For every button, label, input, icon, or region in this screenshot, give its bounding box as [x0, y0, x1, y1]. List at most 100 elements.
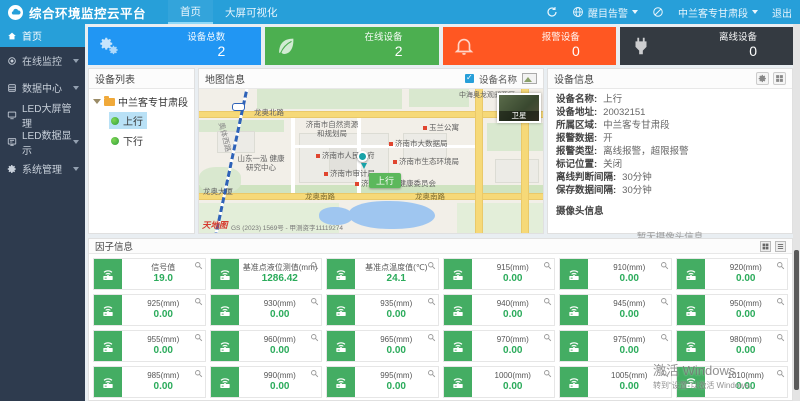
stat-card-total-devices[interactable]: 设备总数 2	[88, 27, 261, 65]
magnifier-icon[interactable]	[543, 369, 552, 378]
nav-tab-home[interactable]: 首页	[168, 0, 213, 24]
tree-node-down-line[interactable]: 下行	[109, 132, 147, 149]
tree-node-up-line[interactable]: 上行	[109, 112, 147, 129]
factor-card[interactable]: 975(mm) 0.00	[559, 330, 672, 362]
factor-value: 0.00	[736, 309, 755, 322]
sidebar-item-online-monitor[interactable]: 在线监控	[0, 47, 85, 74]
tree-caret-icon[interactable]	[93, 99, 101, 104]
magnifier-icon[interactable]	[660, 333, 669, 342]
magnifier-icon[interactable]	[660, 297, 669, 306]
factor-card[interactable]: 1010(mm) 0.00	[676, 366, 789, 398]
list-view-icon[interactable]	[775, 241, 786, 252]
factor-card[interactable]: 965(mm) 0.00	[326, 330, 439, 362]
magnifier-icon[interactable]	[427, 297, 436, 306]
factor-value: 0.00	[620, 273, 639, 286]
sensor-device-icon	[327, 331, 355, 361]
factor-name: 1000(mm)	[495, 371, 531, 381]
page-scrollbar[interactable]	[793, 24, 800, 401]
magnifier-icon[interactable]	[194, 333, 203, 342]
map-attribution: GS (2023) 1569号 - 甲测资字11119274	[231, 222, 343, 232]
factor-card[interactable]: 945(mm) 0.00	[559, 294, 672, 326]
factor-info-panel: 因子信息 信号值 19.0 基准点液位测值(mm)	[88, 238, 793, 401]
device-marker-label[interactable]: 上行	[369, 173, 401, 188]
folder-icon	[104, 98, 115, 106]
factor-card[interactable]: 960(mm) 0.00	[210, 330, 323, 362]
magnifier-icon[interactable]	[660, 369, 669, 378]
stat-card-online-devices[interactable]: 在线设备 2	[265, 27, 438, 65]
device-info-row: 离线判断间隔: 30分钟	[556, 171, 784, 184]
logout-button[interactable]: 退出	[772, 5, 792, 20]
magnifier-icon[interactable]	[427, 261, 436, 270]
sidebar-item-system-manage[interactable]: 系统管理	[0, 155, 85, 182]
org-dropdown[interactable]: 中兰客专甘肃段	[678, 5, 758, 20]
nav-tab-bigscreen[interactable]: 大屏可视化	[213, 0, 290, 24]
magnifier-icon[interactable]	[543, 333, 552, 342]
sidebar-item-led-screen-manage[interactable]: LED大屏管理	[0, 101, 85, 128]
factor-card[interactable]: 910(mm) 0.00	[559, 258, 672, 290]
sidebar-item-led-data-display[interactable]: LED数据显示	[0, 128, 85, 155]
factor-card[interactable]: 1000(mm) 0.00	[443, 366, 556, 398]
scrollbar-thumb[interactable]	[794, 250, 799, 390]
stat-value: 0	[542, 44, 580, 59]
factor-card[interactable]: 925(mm) 0.00	[93, 294, 206, 326]
map-canvas[interactable]: 龙奥北路济南市自然资源 和规划局济南市大数据局济南市人民政府济南市生态环境局济南…	[199, 89, 543, 233]
factor-card[interactable]: 信号值 19.0	[93, 258, 206, 290]
stat-card-offline-devices[interactable]: 离线设备 0	[620, 27, 793, 65]
sidebar-item-home[interactable]: 首页	[0, 24, 85, 47]
device-grid-icon[interactable]	[773, 72, 786, 85]
factor-card[interactable]: 基准点温度值(℃) 24.1	[326, 258, 439, 290]
magnifier-icon[interactable]	[543, 297, 552, 306]
map-image-icon[interactable]	[522, 73, 537, 84]
tree-root-node[interactable]: 中兰客专甘肃段	[93, 94, 190, 109]
sidebar-item-data-center[interactable]: 数据中心	[0, 74, 85, 101]
satellite-toggle[interactable]: 卫星	[497, 93, 541, 123]
magnifier-icon[interactable]	[310, 333, 319, 342]
sensor-device-icon	[444, 295, 472, 325]
factor-name: 945(mm)	[613, 299, 645, 309]
factor-card[interactable]: 935(mm) 0.00	[326, 294, 439, 326]
stat-card-alarm-devices[interactable]: 报警设备 0	[443, 27, 616, 65]
factor-card[interactable]: 980(mm) 0.00	[676, 330, 789, 362]
factor-card[interactable]: 970(mm) 0.00	[443, 330, 556, 362]
factor-card[interactable]: 940(mm) 0.00	[443, 294, 556, 326]
grid-view-icon[interactable]	[760, 241, 771, 252]
factor-card[interactable]: 930(mm) 0.00	[210, 294, 323, 326]
device-list-header: 设备列表	[89, 69, 194, 89]
magnifier-icon[interactable]	[194, 369, 203, 378]
sensor-device-icon	[211, 367, 239, 397]
magnifier-icon[interactable]	[427, 369, 436, 378]
device-settings-icon[interactable]	[756, 72, 769, 85]
magnifier-icon[interactable]	[310, 369, 319, 378]
factor-name: 975(mm)	[613, 335, 645, 345]
factor-card[interactable]: 915(mm) 0.00	[443, 258, 556, 290]
magnifier-icon[interactable]	[194, 297, 203, 306]
magnifier-icon[interactable]	[543, 261, 552, 270]
sensor-device-icon	[560, 295, 588, 325]
magnifier-icon[interactable]	[310, 261, 319, 270]
magnifier-icon[interactable]	[310, 297, 319, 306]
map-panel: 地图信息 设备名称	[198, 68, 544, 234]
refresh-icon[interactable]	[546, 6, 558, 18]
device-name-checkbox[interactable]	[465, 74, 474, 83]
magnifier-icon[interactable]	[776, 261, 785, 270]
factor-card[interactable]: 995(mm) 0.00	[326, 366, 439, 398]
factor-card[interactable]: 基准点液位测值(mm) 1286.42	[210, 258, 323, 290]
magnifier-icon[interactable]	[194, 261, 203, 270]
factor-card[interactable]: 920(mm) 0.00	[676, 258, 789, 290]
chevron-down-icon	[73, 140, 79, 144]
magnifier-icon[interactable]	[776, 297, 785, 306]
factor-card[interactable]: 950(mm) 0.00	[676, 294, 789, 326]
device-marker-pin[interactable]	[357, 151, 368, 162]
factor-card[interactable]: 985(mm) 0.00	[93, 366, 206, 398]
device-info-row: 设备地址: 20032151	[556, 106, 784, 119]
factor-card[interactable]: 955(mm) 0.00	[93, 330, 206, 362]
magnifier-icon[interactable]	[660, 261, 669, 270]
mute-alarm-icon[interactable]	[652, 6, 664, 18]
factor-card[interactable]: 1005(mm) 0.00	[559, 366, 672, 398]
magnifier-icon[interactable]	[776, 333, 785, 342]
alarm-dropdown[interactable]: 醒目告警	[572, 5, 638, 20]
factor-card[interactable]: 990(mm) 0.00	[210, 366, 323, 398]
magnifier-icon[interactable]	[776, 369, 785, 378]
magnifier-icon[interactable]	[427, 333, 436, 342]
factor-value: 0.00	[503, 309, 522, 322]
